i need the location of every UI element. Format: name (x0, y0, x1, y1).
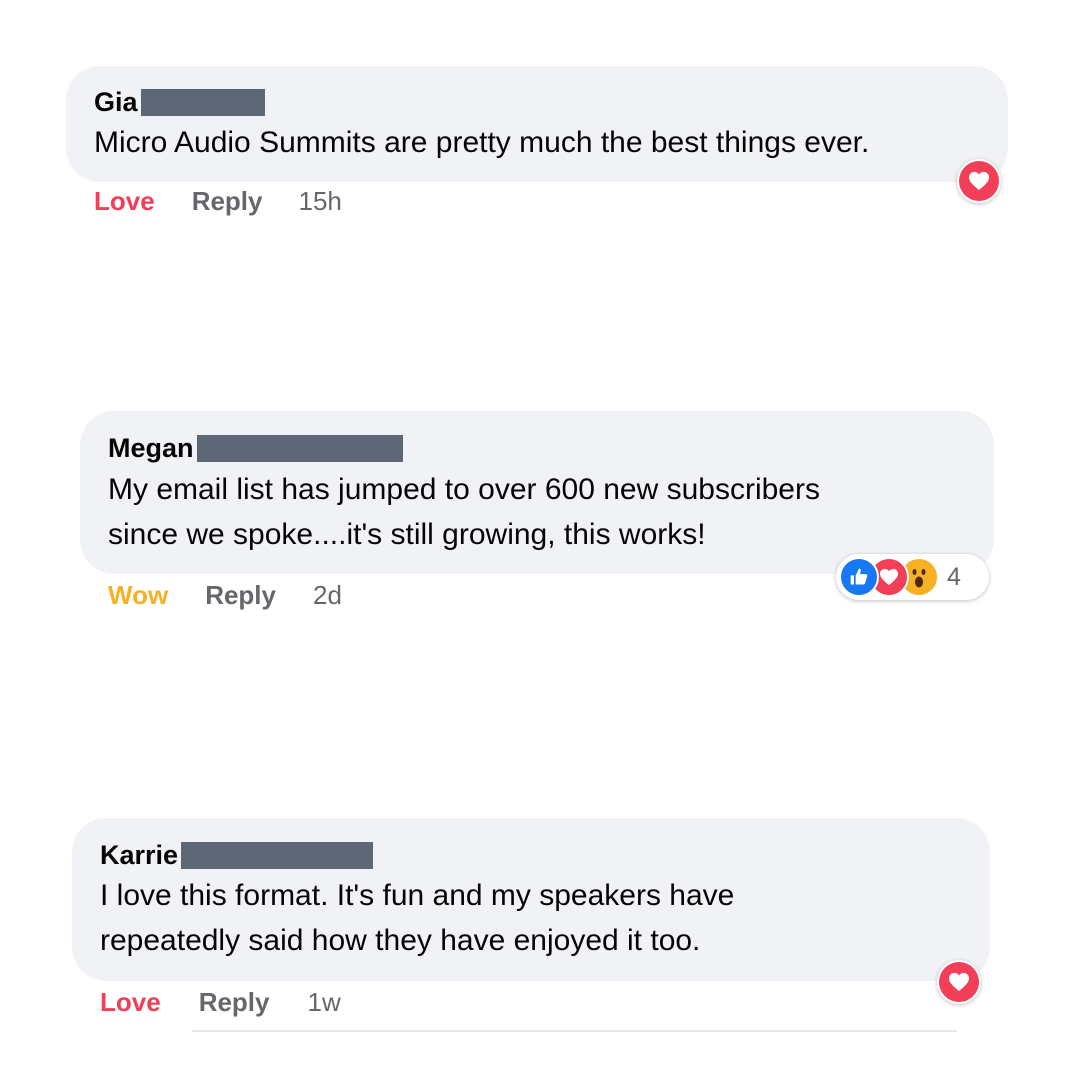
comment-actions: Wow Reply 2d (108, 580, 342, 610)
comment-timestamp[interactable]: 15h (299, 186, 342, 216)
comment-author[interactable]: Karrie (100, 839, 374, 871)
reaction-badge[interactable] (957, 159, 1001, 203)
comment-text-line: since we spoke....it's still growing, th… (108, 518, 706, 551)
comment-text-line: repeatedly said how they have enjoyed it… (100, 924, 701, 957)
comment-text: I love this format. It's fun and my spea… (100, 873, 734, 963)
comment-actions: Love Reply 15h (94, 186, 342, 216)
wow-reaction-button[interactable]: Wow (108, 580, 168, 610)
author-name[interactable]: Megan (108, 432, 194, 464)
comment-timestamp[interactable]: 1w (308, 987, 341, 1017)
love-reaction-button[interactable]: Love (94, 186, 155, 216)
divider (192, 1030, 957, 1032)
author-name[interactable]: Gia (94, 86, 138, 118)
comment-text-line: Micro Audio Summits are pretty much the … (94, 126, 870, 159)
redacted-surname (196, 434, 403, 462)
comment-text-line: My email list has jumped to over 600 new… (108, 473, 820, 506)
heart-icon (939, 962, 979, 1002)
reply-button[interactable]: Reply (205, 580, 276, 610)
comment-actions: Love Reply 1w (100, 987, 341, 1017)
comment-timestamp[interactable]: 2d (313, 580, 342, 610)
reaction-badge[interactable] (937, 960, 981, 1004)
reaction-summary-badge[interactable]: 4 (836, 554, 989, 600)
redacted-surname (140, 88, 265, 116)
love-reaction-button[interactable]: Love (100, 987, 161, 1017)
heart-icon (959, 161, 999, 201)
comment-author[interactable]: Megan (108, 432, 403, 464)
reply-button[interactable]: Reply (199, 987, 270, 1017)
reply-button[interactable]: Reply (192, 186, 263, 216)
comment-text: Micro Audio Summits are pretty much the … (94, 120, 869, 165)
comment-text-line: I love this format. It's fun and my spea… (100, 879, 735, 912)
like-icon (839, 557, 879, 597)
author-name[interactable]: Karrie (100, 839, 178, 871)
reaction-count: 4 (947, 562, 961, 591)
comment-author[interactable]: Gia (94, 86, 265, 118)
redacted-surname (181, 841, 374, 869)
comment-text: My email list has jumped to over 600 new… (108, 467, 820, 557)
